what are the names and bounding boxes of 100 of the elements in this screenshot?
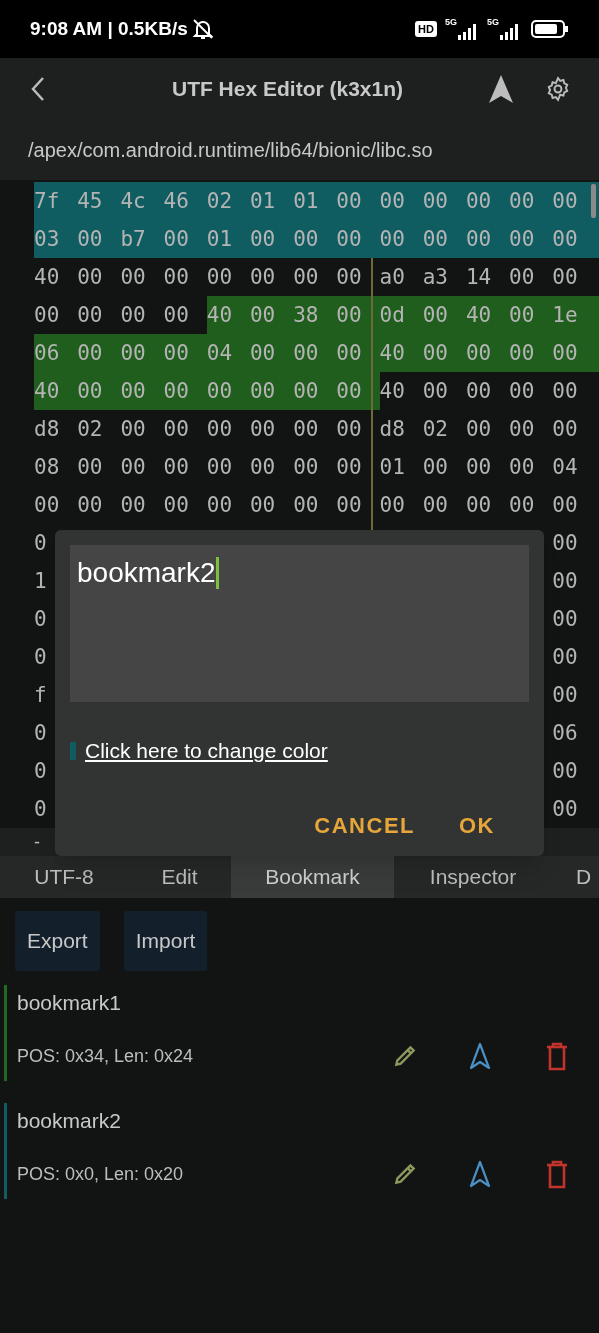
hex-byte[interactable]: 00 — [163, 494, 189, 516]
hex-byte[interactable]: 00 — [336, 456, 362, 478]
hex-byte[interactable]: 00 — [509, 190, 535, 212]
hex-byte[interactable]: 00 — [509, 456, 535, 478]
color-swatch[interactable] — [70, 741, 76, 760]
hex-byte[interactable]: 00 — [465, 228, 492, 250]
hex-byte[interactable]: b7 — [120, 228, 146, 250]
hex-byte[interactable]: 00 — [336, 228, 362, 250]
hex-byte[interactable]: 00 — [552, 228, 578, 250]
hex-byte[interactable]: 14 — [465, 266, 492, 288]
trash-icon[interactable] — [545, 1159, 569, 1189]
hex-byte[interactable]: 00 — [206, 456, 233, 478]
hex-byte[interactable]: 00 — [293, 494, 319, 516]
hex-byte[interactable]: 00 — [552, 570, 578, 592]
hex-byte[interactable]: 00 — [422, 380, 448, 402]
hex-byte[interactable]: 45 — [77, 190, 103, 212]
hex-byte[interactable]: 40 — [34, 380, 60, 402]
hex-byte[interactable]: 00 — [336, 304, 362, 326]
hex-byte[interactable]: 04 — [206, 342, 233, 364]
hex-byte[interactable]: 00 — [379, 228, 405, 250]
hex-byte[interactable]: a0 — [379, 266, 405, 288]
hex-byte[interactable]: 00 — [249, 304, 276, 326]
hex-byte[interactable]: 00 — [465, 342, 492, 364]
hex-byte[interactable]: 00 — [77, 228, 103, 250]
navigation-arrow-icon[interactable] — [468, 1160, 492, 1188]
hex-byte[interactable]: 00 — [552, 494, 578, 516]
hex-byte[interactable]: 00 — [336, 418, 362, 440]
hex-byte[interactable]: 40 — [379, 380, 405, 402]
hex-byte[interactable]: 00 — [77, 342, 103, 364]
hex-byte[interactable]: 00 — [163, 304, 189, 326]
hex-byte[interactable]: 00 — [249, 266, 276, 288]
hex-byte[interactable]: 06 — [552, 722, 578, 744]
hex-byte[interactable]: 03 — [34, 228, 60, 250]
hex-byte[interactable]: 00 — [465, 380, 492, 402]
hex-byte[interactable]: 00 — [120, 380, 146, 402]
hex-byte[interactable]: 00 — [422, 342, 448, 364]
hex-byte[interactable]: 00 — [34, 494, 60, 516]
hex-byte[interactable]: 00 — [293, 456, 319, 478]
hex-byte[interactable]: 00 — [552, 418, 578, 440]
hex-byte[interactable]: 00 — [120, 418, 146, 440]
hex-byte[interactable]: 40 — [34, 266, 60, 288]
hex-byte[interactable]: 00 — [163, 266, 189, 288]
trash-icon[interactable] — [545, 1041, 569, 1071]
hex-byte[interactable]: 00 — [552, 190, 578, 212]
hex-byte[interactable]: 00 — [249, 456, 276, 478]
hex-byte[interactable]: d8 — [379, 418, 405, 440]
hex-byte[interactable]: 00 — [336, 380, 362, 402]
hex-byte[interactable]: 00 — [552, 646, 578, 668]
navigation-arrow-icon[interactable] — [487, 74, 515, 104]
hex-byte[interactable]: 06 — [34, 342, 60, 364]
hex-byte[interactable]: 40 — [465, 304, 492, 326]
hex-byte[interactable]: 00 — [509, 342, 535, 364]
hex-byte[interactable]: 00 — [552, 798, 578, 820]
tab[interactable]: Bookmark — [231, 856, 394, 898]
hex-byte[interactable]: 00 — [293, 418, 319, 440]
hex-byte[interactable]: 00 — [552, 266, 578, 288]
hex-byte[interactable]: 00 — [120, 342, 146, 364]
hex-byte[interactable]: 00 — [163, 456, 189, 478]
hex-byte[interactable]: 40 — [206, 304, 233, 326]
hex-byte[interactable]: 00 — [206, 418, 233, 440]
hex-byte[interactable]: 00 — [77, 304, 103, 326]
hex-byte[interactable]: 00 — [120, 266, 146, 288]
hex-byte[interactable]: 00 — [422, 304, 448, 326]
hex-byte[interactable]: 00 — [206, 494, 233, 516]
action-button[interactable]: Export — [15, 911, 100, 971]
dialog-button[interactable]: CANCEL — [302, 804, 427, 846]
hex-byte[interactable]: 00 — [336, 342, 362, 364]
hex-byte[interactable]: 00 — [465, 418, 492, 440]
change-color-link[interactable]: Click here to change color — [85, 735, 328, 767]
hex-byte[interactable]: 02 — [77, 418, 103, 440]
hex-byte[interactable]: 0 — [34, 646, 47, 668]
hex-byte[interactable]: 00 — [552, 684, 578, 706]
pencil-icon[interactable] — [392, 1161, 418, 1187]
hex-byte[interactable]: 00 — [422, 228, 448, 250]
hex-byte[interactable]: 00 — [422, 190, 448, 212]
hex-byte[interactable]: 00 — [206, 266, 233, 288]
hex-byte[interactable]: 00 — [552, 380, 578, 402]
dialog-button[interactable]: OK — [447, 804, 507, 846]
hex-byte[interactable]: 00 — [77, 456, 103, 478]
hex-byte[interactable]: 00 — [465, 456, 492, 478]
hex-byte[interactable]: 01 — [379, 456, 405, 478]
hex-byte[interactable]: 00 — [293, 266, 319, 288]
hex-byte[interactable]: 00 — [293, 342, 319, 364]
hex-byte[interactable]: 00 — [249, 228, 276, 250]
hex-byte[interactable]: 7f — [34, 190, 60, 212]
hex-byte[interactable]: 00 — [249, 494, 276, 516]
hex-byte[interactable]: f — [34, 684, 47, 706]
hex-byte[interactable]: 00 — [293, 380, 319, 402]
hex-byte[interactable]: 04 — [552, 456, 578, 478]
hex-byte[interactable]: 1e — [552, 304, 578, 326]
hex-byte[interactable]: 0 — [34, 532, 47, 554]
hex-byte[interactable]: 0 — [34, 798, 47, 820]
hex-byte[interactable]: 46 — [163, 190, 189, 212]
hex-byte[interactable]: 00 — [163, 380, 189, 402]
hex-byte[interactable]: 00 — [163, 342, 189, 364]
hex-byte[interactable]: 00 — [206, 380, 233, 402]
hex-byte[interactable]: 00 — [509, 494, 535, 516]
hex-byte[interactable]: 00 — [509, 228, 535, 250]
settings-icon[interactable] — [545, 76, 571, 102]
hex-byte[interactable]: 00 — [120, 304, 146, 326]
